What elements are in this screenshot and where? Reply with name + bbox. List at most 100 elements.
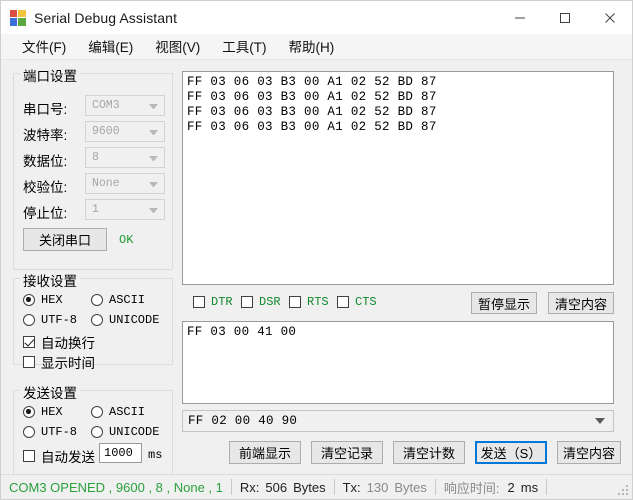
status-connection-text: COM3 OPENED , 9600 , 8 , None , 1 — [9, 479, 223, 495]
send-button[interactable]: 发送（S） — [475, 441, 547, 464]
receive-encoding-unicode-label: UNICODE — [109, 313, 160, 327]
auto-send-label: 自动发送 — [41, 450, 95, 465]
parity-label: 校验位: — [23, 180, 68, 195]
app-grid-icon — [10, 9, 26, 26]
receive-data-textarea[interactable]: FF 03 06 03 B3 00 A1 02 52 BD 87 FF 03 0… — [182, 71, 614, 285]
close-port-button[interactable]: 关闭串口 — [23, 228, 107, 251]
radio-dot-icon — [91, 426, 103, 438]
receive-encoding-hex-label: HEX — [41, 293, 63, 307]
pause-display-button[interactable]: 暂停显示 — [471, 292, 537, 314]
clear-send-content-button[interactable]: 清空内容 — [557, 441, 621, 464]
send-encoding-unicode-label: UNICODE — [109, 425, 160, 439]
send-encoding-ascii-radio[interactable]: ASCII — [91, 405, 145, 419]
clear-log-button[interactable]: 清空记录 — [311, 441, 383, 464]
status-divider — [546, 479, 548, 495]
auto-send-interval-input[interactable]: 1000 — [99, 443, 142, 463]
checkbox-icon — [23, 356, 35, 368]
main-body: 端口设置 串口号: COM3 波特率: 9600 数据位: 8 校验位: Non… — [1, 60, 632, 477]
menu-item-edit[interactable]: 编辑(E) — [77, 34, 144, 59]
stop-bits-value: 1 — [92, 203, 99, 216]
port-number-combo[interactable]: COM3 — [85, 95, 165, 116]
send-encoding-utf8-label: UTF-8 — [41, 425, 78, 439]
baud-rate-label: 波特率: — [23, 128, 68, 143]
minimize-icon[interactable] — [497, 1, 542, 34]
status-rx-label: Rx: — [239, 479, 260, 495]
port-number-value: COM3 — [92, 99, 120, 112]
auto-send-interval-unit: ms — [148, 448, 163, 462]
menu-item-view[interactable]: 视图(V) — [144, 34, 211, 59]
maximize-icon[interactable] — [542, 1, 587, 34]
menu-item-tools[interactable]: 工具(T) — [211, 34, 277, 59]
chevron-down-icon — [149, 130, 158, 135]
data-bits-combo[interactable]: 8 — [85, 147, 165, 168]
auto-wrap-checkbox[interactable]: 自动换行 — [23, 332, 95, 352]
data-bits-value: 8 — [92, 151, 99, 164]
checkbox-icon — [289, 296, 301, 308]
send-encoding-unicode-radio[interactable]: UNICODE — [91, 425, 159, 439]
receive-settings-legend: 接收设置 — [20, 270, 80, 290]
auto-send-checkbox[interactable]: 自动发送 — [23, 446, 95, 466]
rts-label: RTS — [307, 295, 329, 309]
receive-encoding-unicode-radio[interactable]: UNICODE — [91, 313, 159, 327]
status-rx: Rx: 506 Bytes — [232, 475, 334, 499]
receive-encoding-ascii-radio[interactable]: ASCII — [91, 293, 145, 307]
port-status-ok: OK — [119, 233, 134, 247]
chevron-down-icon — [149, 182, 158, 187]
stop-bits-combo[interactable]: 1 — [85, 199, 165, 220]
send-encoding-ascii-label: ASCII — [109, 405, 146, 419]
radio-dot-icon — [91, 294, 103, 306]
parity-value: None — [92, 177, 120, 190]
send-history-combo[interactable]: FF 02 00 40 90 — [182, 410, 614, 432]
send-encoding-utf8-radio[interactable]: UTF-8 — [23, 425, 77, 439]
menu-bar: 文件(F) 编辑(E) 视图(V) 工具(T) 帮助(H) — [1, 34, 632, 60]
stop-bits-label: 停止位: — [23, 206, 68, 221]
receive-line: FF 03 06 03 B3 00 A1 02 52 BD 87 — [187, 75, 437, 89]
window-controls — [497, 1, 632, 34]
clear-counter-button[interactable]: 清空计数 — [393, 441, 465, 464]
send-data-textarea[interactable]: FF 03 00 41 00 — [182, 321, 614, 404]
checkbox-icon — [337, 296, 349, 308]
radio-dot-icon — [91, 406, 103, 418]
dtr-checkbox[interactable]: DTR — [193, 295, 233, 309]
show-time-label: 显示时间 — [41, 356, 95, 371]
port-settings-legend: 端口设置 — [20, 65, 80, 85]
close-icon[interactable] — [587, 1, 632, 34]
receive-line: FF 03 06 03 B3 00 A1 02 52 BD 87 — [187, 105, 437, 119]
checkbox-icon — [193, 296, 205, 308]
cts-label: CTS — [355, 295, 377, 309]
send-history-value: FF 02 00 40 90 — [188, 414, 298, 428]
radio-dot-icon — [23, 406, 35, 418]
clear-receive-content-button[interactable]: 清空内容 — [548, 292, 614, 314]
baud-rate-value: 9600 — [92, 125, 120, 138]
receive-encoding-utf8-radio[interactable]: UTF-8 — [23, 313, 77, 327]
dsr-checkbox[interactable]: DSR — [241, 295, 281, 309]
status-connection: COM3 OPENED , 9600 , 8 , None , 1 — [1, 475, 231, 499]
serial-debug-assistant-window: Serial Debug Assistant 文件(F) 编辑(E) 视图(V)… — [0, 0, 633, 500]
checkbox-icon — [23, 450, 35, 462]
receive-encoding-hex-radio[interactable]: HEX — [23, 293, 63, 307]
front-display-button[interactable]: 前端显示 — [229, 441, 301, 464]
menu-item-help[interactable]: 帮助(H) — [278, 34, 346, 59]
radio-dot-icon — [23, 314, 35, 326]
cts-checkbox[interactable]: CTS — [337, 295, 377, 309]
checkbox-icon — [241, 296, 253, 308]
chevron-down-icon — [149, 156, 158, 161]
port-number-label: 串口号: — [23, 102, 68, 117]
chevron-down-icon — [149, 208, 158, 213]
status-latency-label: 响应时间: — [443, 480, 500, 496]
baud-rate-combo[interactable]: 9600 — [85, 121, 165, 142]
resize-grip-icon[interactable] — [618, 485, 630, 497]
status-latency-value: 2 — [507, 479, 515, 495]
status-latency: 响应时间: 2 ms — [436, 475, 546, 499]
menu-item-file[interactable]: 文件(F) — [11, 34, 77, 59]
send-encoding-hex-radio[interactable]: HEX — [23, 405, 63, 419]
parity-combo[interactable]: None — [85, 173, 165, 194]
receive-line: FF 03 06 03 B3 00 A1 02 52 BD 87 — [187, 90, 437, 104]
status-bar: COM3 OPENED , 9600 , 8 , None , 1 Rx: 50… — [1, 474, 632, 499]
show-time-checkbox[interactable]: 显示时间 — [23, 352, 95, 372]
title-bar: Serial Debug Assistant — [1, 1, 632, 34]
receive-encoding-utf8-label: UTF-8 — [41, 313, 78, 327]
status-rx-value: 506 — [265, 479, 288, 495]
rts-checkbox[interactable]: RTS — [289, 295, 329, 309]
send-line: FF 03 00 41 00 — [187, 325, 297, 339]
